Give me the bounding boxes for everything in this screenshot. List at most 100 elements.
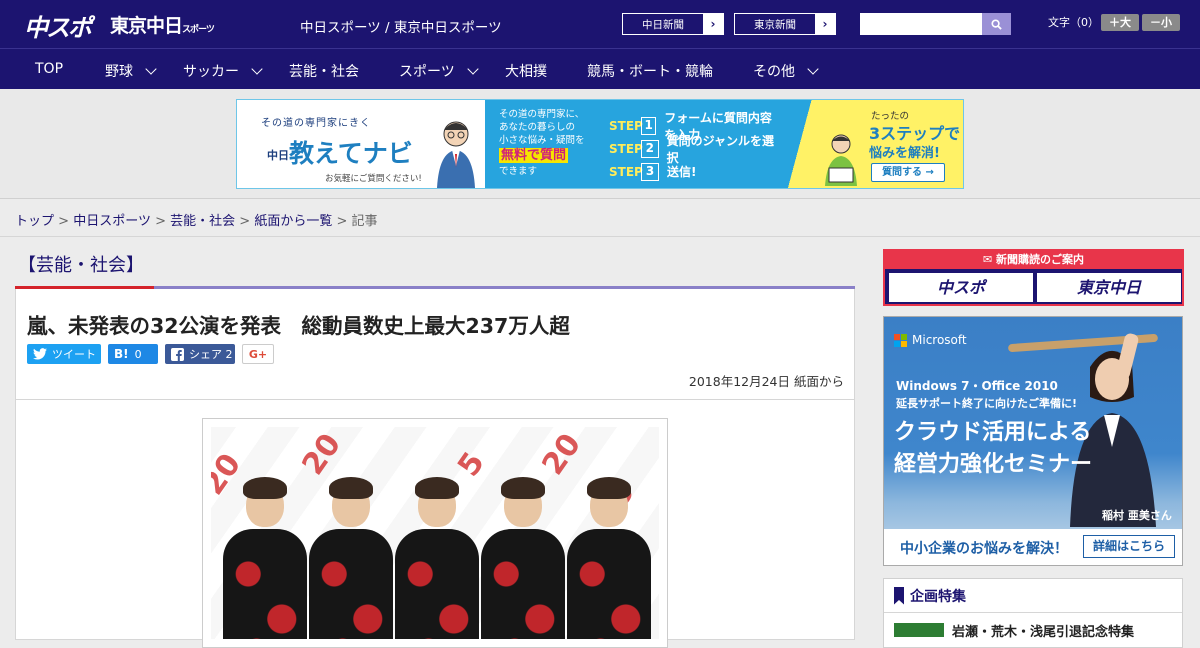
main-nav: TOP 野球 サッカー 芸能・社会 スポーツ 大相撲 競馬・ボート・競輪 その他: [0, 48, 1200, 89]
tokyo-chunichi-logo-text: 東京中日: [110, 15, 183, 37]
nav-item-racing[interactable]: 競馬・ボート・競輪: [587, 61, 713, 81]
hatena-bookmark-button[interactable]: B! 0: [108, 344, 158, 364]
tokyo-shimbun-link[interactable]: 東京新聞 ›: [734, 13, 836, 35]
banner-description: その道の専門家に、 あなたの暮らしの 小さな悩み・疑問を 無料で質問 できます: [485, 100, 603, 188]
banner-ask-button[interactable]: 質問する →: [871, 163, 945, 182]
category-label[interactable]: 【芸能・社会】: [18, 251, 144, 277]
breadcrumb-separator: >: [239, 214, 251, 229]
facebook-icon: [171, 347, 184, 361]
font-size-label: 文字（0）: [1048, 16, 1099, 29]
banner-area: その道の専門家にきく 中日教えてナビ お気軽にご質問ください! その道の専門家に…: [0, 89, 1200, 199]
breadcrumb-link-entertainment[interactable]: 芸能・社会: [170, 214, 235, 229]
feature-item[interactable]: 岩瀬・荒木・浅尾引退記念特集: [884, 613, 1182, 647]
ad-details-button[interactable]: 詳細はこちら: [1083, 535, 1175, 558]
nav-label: 野球: [105, 64, 133, 80]
feature-thumbnail: [894, 623, 944, 637]
font-larger-button[interactable]: ＋大: [1101, 14, 1139, 31]
nav-item-sports[interactable]: スポーツ: [399, 61, 479, 81]
microsoft-ad[interactable]: Microsoft Windows 7・Office 2010 延長サポート終了…: [883, 316, 1183, 566]
chunichi-shimbun-label: 中日新聞: [623, 14, 703, 34]
step-number: 1: [641, 116, 657, 135]
site-title[interactable]: 中日スポーツ / 東京中日スポーツ: [300, 16, 502, 36]
nav-label: 芸能・社会: [289, 64, 359, 80]
banner-desc-line: 小さな悩み・疑問を: [499, 135, 585, 146]
member-figure: [309, 477, 393, 639]
tweet-label: ツイート: [52, 348, 96, 361]
header-top-bar: 中スポ 東京中日スポーツ 中日スポーツ / 東京中日スポーツ 中日新聞 › 東京…: [0, 0, 1200, 48]
subscribe-chuspo-button[interactable]: 中スポ: [889, 273, 1033, 302]
article-date: 2018年12月24日 紙面から: [688, 374, 844, 389]
nav-label: 競馬・ボート・競輪: [587, 64, 713, 80]
google-plus-icon: G+: [248, 347, 268, 361]
tokyo-chunichi-logo[interactable]: 東京中日スポーツ: [110, 11, 215, 38]
member-figure: [567, 477, 651, 639]
search-icon: [991, 18, 1002, 30]
nav-label: その他: [753, 64, 795, 80]
microsoft-brand: Microsoft: [912, 333, 967, 347]
chevron-down-icon: [251, 63, 263, 75]
nav-item-baseball[interactable]: 野球: [105, 61, 157, 81]
chevron-right-icon: ›: [822, 17, 828, 31]
banner-note: お気軽にご質問ください!: [325, 174, 422, 184]
chevron-down-icon: [467, 63, 479, 75]
banner-right-big: 3ステップで: [869, 124, 961, 143]
facebook-share-button[interactable]: シェア 2: [165, 344, 235, 364]
backdrop-number: 5: [451, 445, 492, 484]
step-number: 3: [641, 162, 659, 181]
subscribe-tokyo-chunichi-button[interactable]: 東京中日: [1037, 273, 1181, 302]
subscription-header-text: 新聞購読のご案内: [996, 253, 1085, 266]
article-title: 嵐、未発表の32公演を発表 総動員数史上最大237万人超: [27, 314, 570, 338]
tokyo-chunichi-logo-small: スポーツ: [182, 25, 215, 35]
nav-item-top[interactable]: TOP: [35, 61, 63, 77]
group-photo: 20 20 5 20 5: [211, 427, 659, 639]
banner-steps: STEP 1 フォームに質問内容を入力 STEP 2 質問のジャンルを選択 STEP 3 送…: [603, 100, 783, 188]
nav-item-sumo[interactable]: 大相撲: [505, 61, 547, 81]
nav-item-other[interactable]: その他: [753, 61, 819, 81]
search-input[interactable]: [860, 13, 982, 35]
search-button[interactable]: [982, 13, 1011, 35]
banner-brand-text: 教えてナビ: [289, 139, 413, 168]
article-photo-container: 20 20 5 20 5: [15, 400, 855, 648]
banner-step: STEP 2 質問のジャンルを選択: [603, 134, 783, 165]
ad-headline: クラウド活用による 経営力強化セミナー: [894, 417, 1092, 481]
chuspo-logo[interactable]: 中スポ: [24, 8, 92, 43]
banner-desc-line: あなたの暮らしの: [499, 122, 576, 133]
chevron-down-icon: [145, 63, 157, 75]
subscription-box: ✉ 新聞購読のご案内 中スポ 東京中日: [883, 249, 1184, 306]
chunichi-shimbun-link[interactable]: 中日新聞 ›: [622, 13, 724, 35]
feature-title: 企画特集: [910, 588, 966, 605]
feature-box: 企画特集 岩瀬・荒木・浅尾引退記念特集: [883, 578, 1183, 648]
ad-person-name: 稲村 亜美さん: [1102, 509, 1172, 522]
member-figure: [395, 477, 479, 639]
banner-desc-end: できます: [499, 166, 538, 177]
step-label: STEP: [609, 141, 643, 156]
breadcrumb-separator: >: [155, 214, 166, 229]
user-illustration: [825, 134, 857, 186]
breadcrumb-link-paper-list[interactable]: 紙面から一覧: [254, 214, 332, 229]
nav-item-soccer[interactable]: サッカー: [183, 61, 263, 81]
banner-free-highlight: 無料で質問: [499, 148, 569, 163]
nav-label: サッカー: [183, 64, 239, 80]
breadcrumb-link-chunichi-sports[interactable]: 中日スポーツ: [73, 214, 151, 229]
feature-item-label: 岩瀬・荒木・浅尾引退記念特集: [952, 624, 1135, 640]
feature-header: 企画特集: [884, 579, 1182, 613]
hatena-count: 0: [134, 347, 142, 361]
article-column: 【芸能・社会】 嵐、未発表の32公演を発表 総動員数史上最大237万人超 ツイー…: [15, 240, 855, 648]
chevron-right-icon: ›: [710, 17, 716, 31]
article-photo[interactable]: 20 20 5 20 5: [202, 418, 668, 648]
microsoft-logo: Microsoft: [894, 333, 967, 347]
nav-label: スポーツ: [399, 64, 455, 80]
oshiete-navi-banner[interactable]: その道の専門家にきく 中日教えてナビ お気軽にご質問ください! その道の専門家に…: [236, 99, 964, 189]
newspaper-icon: ✉: [982, 253, 997, 266]
step-text: 送信!: [667, 165, 697, 179]
google-plus-button[interactable]: G+: [242, 344, 274, 364]
font-smaller-button[interactable]: －小: [1142, 14, 1180, 31]
hatena-icon: B!: [114, 347, 129, 361]
breadcrumb-link-top[interactable]: トップ: [15, 214, 54, 229]
nav-item-entertainment[interactable]: 芸能・社会: [289, 61, 359, 81]
backdrop-number: 20: [535, 427, 589, 482]
category-header: 【芸能・社会】: [15, 240, 855, 289]
ad-line-1: Windows 7・Office 2010: [896, 379, 1058, 393]
twitter-icon: [33, 348, 47, 360]
tweet-button[interactable]: ツイート: [27, 344, 101, 364]
